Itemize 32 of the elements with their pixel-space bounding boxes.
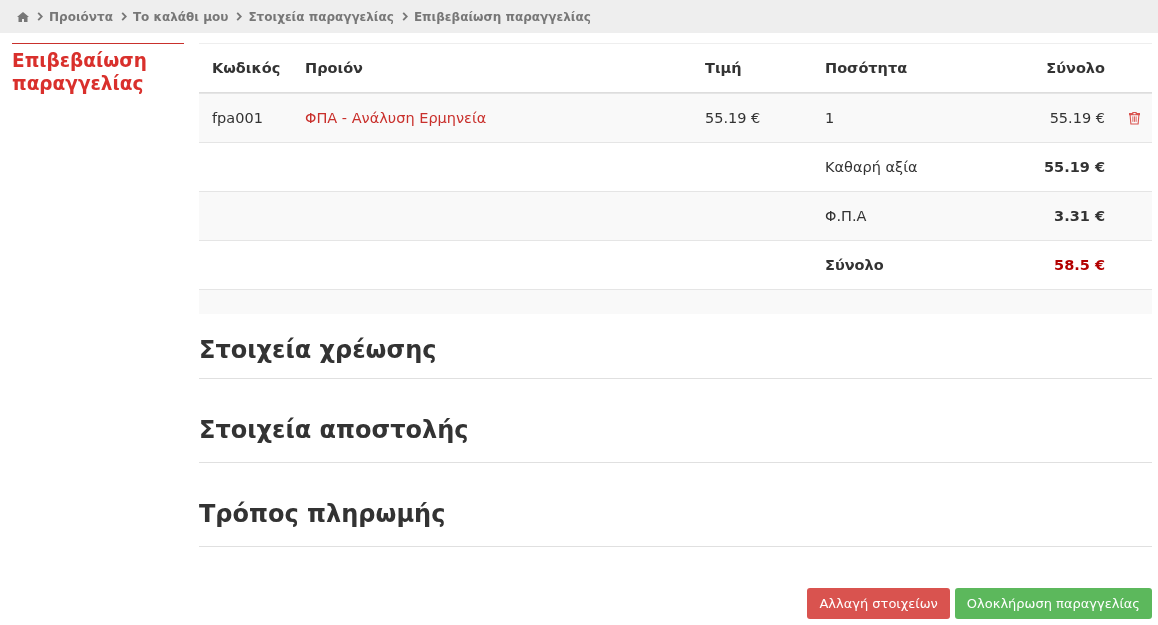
section-heading: Στοιχεία χρέωσης <box>199 314 1152 379</box>
summary-value: 58.5 € <box>1053 257 1105 273</box>
breadcrumb-link[interactable]: Το καλάθι μου <box>132 9 229 24</box>
column-header: Σύνολο <box>1045 60 1105 76</box>
breadcrumb-link[interactable]: Στοιχεία παραγγελίας <box>248 9 394 24</box>
home-icon[interactable] <box>17 11 29 22</box>
section-heading: Στοιχεία αποστολής <box>199 379 1152 463</box>
summary-label: Φ.Π.Α <box>824 208 868 224</box>
column-header: Τιμή <box>704 60 743 76</box>
summary-label: Σύνολο <box>824 257 885 273</box>
column-header: Προιόν <box>304 60 364 76</box>
summary-value: 55.19 € <box>1043 159 1105 175</box>
column-header: Κωδικός <box>211 60 282 76</box>
action-button[interactable]: Αλλαγή στοιχείων <box>807 588 950 619</box>
table-cell-text: 1 <box>824 110 836 126</box>
sidebar-title: Επιβεβαίωση παραγγελίας <box>12 49 148 95</box>
chevron-icon <box>120 12 127 21</box>
summary-label: Καθαρή αξία <box>824 159 919 175</box>
column-header: Ποσότητα <box>824 60 909 76</box>
summary-value: 3.31 € <box>1053 208 1105 224</box>
action-button[interactable]: Ολοκλήρωση παραγγελίας <box>954 588 1152 619</box>
chevron-icon <box>401 12 408 21</box>
table-cell-text: 55.19 € <box>1048 110 1105 126</box>
trash-icon[interactable] <box>1129 111 1140 125</box>
section-heading: Τρόπος πληρωμής <box>199 463 1152 547</box>
chevron-icon <box>236 12 243 21</box>
table-cell-text: 55.19 € <box>704 110 762 126</box>
breadcrumb-link[interactable]: Επιβεβαίωση παραγγελίας <box>413 9 591 24</box>
product-link[interactable]: ΦΠΑ - Ανάλυση Ερμηνεία <box>292 110 692 126</box>
chevron-icon <box>37 12 43 21</box>
table-cell-text: fpa001 <box>211 110 264 126</box>
breadcrumb-link[interactable]: Προιόντα <box>49 9 113 24</box>
